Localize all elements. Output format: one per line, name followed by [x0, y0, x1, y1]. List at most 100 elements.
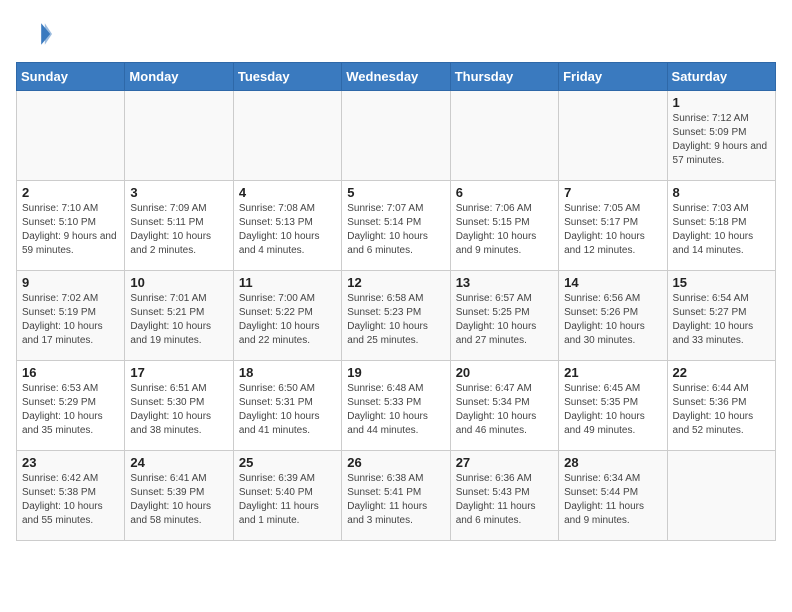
day-cell: 16 Sunrise: 6:53 AM Sunset: 5:29 PM Dayli…: [17, 361, 125, 451]
page-header: [16, 16, 776, 52]
day-number: 28: [564, 455, 661, 470]
day-number: 13: [456, 275, 553, 290]
day-info: Sunrise: 7:02 AM Sunset: 5:19 PM Dayligh…: [22, 292, 119, 348]
day-info: Sunrise: 7:03 AM Sunset: 5:18 PM Dayligh…: [673, 202, 770, 258]
week-row-5: 23 Sunrise: 6:42 AM Sunset: 5:38 PM Dayli…: [17, 451, 776, 541]
day-number: 11: [239, 275, 336, 290]
day-cell: 21 Sunrise: 6:45 AM Sunset: 5:35 PM Dayli…: [559, 361, 667, 451]
day-number: 23: [22, 455, 119, 470]
day-number: 6: [456, 185, 553, 200]
day-info: Sunrise: 7:08 AM Sunset: 5:13 PM Dayligh…: [239, 202, 336, 258]
day-cell: 4Sunrise: 7:08 AM Sunset: 5:13 PM Daylig…: [233, 181, 341, 271]
header-day-friday: Friday: [559, 63, 667, 91]
day-number: 9: [22, 275, 119, 290]
day-cell: 9 Sunrise: 7:02 AM Sunset: 5:19 PM Daylig…: [17, 271, 125, 361]
week-row-4: 16 Sunrise: 6:53 AM Sunset: 5:29 PM Dayli…: [17, 361, 776, 451]
day-cell: 28 Sunrise: 6:34 AM Sunset: 5:44 PM Dayli…: [559, 451, 667, 541]
day-number: 17: [130, 365, 227, 380]
day-number: 18: [239, 365, 336, 380]
header-day-saturday: Saturday: [667, 63, 775, 91]
day-cell: 18Sunrise: 6:50 AM Sunset: 5:31 PM Dayli…: [233, 361, 341, 451]
day-number: 25: [239, 455, 336, 470]
day-info: Sunrise: 6:45 AM Sunset: 5:35 PM Dayligh…: [564, 382, 661, 438]
day-info: Sunrise: 6:36 AM Sunset: 5:43 PM Dayligh…: [456, 472, 553, 528]
day-cell: 6 Sunrise: 7:06 AM Sunset: 5:15 PM Daylig…: [450, 181, 558, 271]
day-cell: [342, 91, 450, 181]
day-cell: [559, 91, 667, 181]
day-number: 8: [673, 185, 770, 200]
day-info: Sunrise: 6:42 AM Sunset: 5:38 PM Dayligh…: [22, 472, 119, 528]
day-number: 24: [130, 455, 227, 470]
logo: [16, 16, 56, 52]
day-number: 16: [22, 365, 119, 380]
logo-icon: [16, 16, 52, 52]
week-row-2: 2 Sunrise: 7:10 AM Sunset: 5:10 PM Daylig…: [17, 181, 776, 271]
day-info: Sunrise: 6:48 AM Sunset: 5:33 PM Dayligh…: [347, 382, 444, 438]
day-number: 14: [564, 275, 661, 290]
day-cell: 11 Sunrise: 7:00 AM Sunset: 5:22 PM Dayli…: [233, 271, 341, 361]
day-number: 26: [347, 455, 444, 470]
day-number: 27: [456, 455, 553, 470]
day-number: 12: [347, 275, 444, 290]
day-number: 20: [456, 365, 553, 380]
day-cell: 24 Sunrise: 6:41 AM Sunset: 5:39 PM Dayli…: [125, 451, 233, 541]
day-cell: [450, 91, 558, 181]
day-cell: 2 Sunrise: 7:10 AM Sunset: 5:10 PM Daylig…: [17, 181, 125, 271]
day-cell: 15 Sunrise: 6:54 AM Sunset: 5:27 PM Dayli…: [667, 271, 775, 361]
header-day-monday: Monday: [125, 63, 233, 91]
day-info: Sunrise: 7:00 AM Sunset: 5:22 PM Dayligh…: [239, 292, 336, 348]
day-number: 19: [347, 365, 444, 380]
day-number: 3: [130, 185, 227, 200]
header-day-tuesday: Tuesday: [233, 63, 341, 91]
day-cell: 20 Sunrise: 6:47 AM Sunset: 5:34 PM Dayli…: [450, 361, 558, 451]
day-number: 5: [347, 185, 444, 200]
day-cell: 10 Sunrise: 7:01 AM Sunset: 5:21 PM Dayli…: [125, 271, 233, 361]
day-cell: 13 Sunrise: 6:57 AM Sunset: 5:25 PM Dayli…: [450, 271, 558, 361]
day-cell: 12Sunrise: 6:58 AM Sunset: 5:23 PM Dayli…: [342, 271, 450, 361]
day-info: Sunrise: 7:06 AM Sunset: 5:15 PM Dayligh…: [456, 202, 553, 258]
week-row-3: 9 Sunrise: 7:02 AM Sunset: 5:19 PM Daylig…: [17, 271, 776, 361]
day-cell: 27 Sunrise: 6:36 AM Sunset: 5:43 PM Dayli…: [450, 451, 558, 541]
day-number: 7: [564, 185, 661, 200]
day-number: 2: [22, 185, 119, 200]
day-number: 21: [564, 365, 661, 380]
header-row: SundayMondayTuesdayWednesdayThursdayFrid…: [17, 63, 776, 91]
day-cell: 7 Sunrise: 7:05 AM Sunset: 5:17 PM Daylig…: [559, 181, 667, 271]
day-cell: [17, 91, 125, 181]
day-cell: [233, 91, 341, 181]
day-cell: 22 Sunrise: 6:44 AM Sunset: 5:36 PM Dayli…: [667, 361, 775, 451]
day-cell: [125, 91, 233, 181]
day-info: Sunrise: 6:57 AM Sunset: 5:25 PM Dayligh…: [456, 292, 553, 348]
header-day-thursday: Thursday: [450, 63, 558, 91]
day-cell: 25 Sunrise: 6:39 AM Sunset: 5:40 PM Dayli…: [233, 451, 341, 541]
day-info: Sunrise: 6:44 AM Sunset: 5:36 PM Dayligh…: [673, 382, 770, 438]
day-number: 22: [673, 365, 770, 380]
day-info: Sunrise: 6:53 AM Sunset: 5:29 PM Dayligh…: [22, 382, 119, 438]
day-info: Sunrise: 6:34 AM Sunset: 5:44 PM Dayligh…: [564, 472, 661, 528]
day-cell: 17Sunrise: 6:51 AM Sunset: 5:30 PM Dayli…: [125, 361, 233, 451]
day-info: Sunrise: 6:47 AM Sunset: 5:34 PM Dayligh…: [456, 382, 553, 438]
day-cell: 26 Sunrise: 6:38 AM Sunset: 5:41 PM Dayli…: [342, 451, 450, 541]
day-info: Sunrise: 7:05 AM Sunset: 5:17 PM Dayligh…: [564, 202, 661, 258]
day-info: Sunrise: 6:54 AM Sunset: 5:27 PM Dayligh…: [673, 292, 770, 348]
calendar-body: 1Sunrise: 7:12 AM Sunset: 5:09 PM Daylig…: [17, 91, 776, 541]
day-info: Sunrise: 6:39 AM Sunset: 5:40 PM Dayligh…: [239, 472, 336, 528]
day-info: Sunrise: 7:07 AM Sunset: 5:14 PM Dayligh…: [347, 202, 444, 258]
day-info: Sunrise: 6:56 AM Sunset: 5:26 PM Dayligh…: [564, 292, 661, 348]
calendar-table: SundayMondayTuesdayWednesdayThursdayFrid…: [16, 62, 776, 541]
calendar-header: SundayMondayTuesdayWednesdayThursdayFrid…: [17, 63, 776, 91]
day-number: 15: [673, 275, 770, 290]
day-cell: 14 Sunrise: 6:56 AM Sunset: 5:26 PM Dayli…: [559, 271, 667, 361]
day-info: Sunrise: 6:41 AM Sunset: 5:39 PM Dayligh…: [130, 472, 227, 528]
header-day-wednesday: Wednesday: [342, 63, 450, 91]
day-cell: 23 Sunrise: 6:42 AM Sunset: 5:38 PM Dayli…: [17, 451, 125, 541]
week-row-1: 1Sunrise: 7:12 AM Sunset: 5:09 PM Daylig…: [17, 91, 776, 181]
day-info: Sunrise: 7:10 AM Sunset: 5:10 PM Dayligh…: [22, 202, 119, 258]
day-cell: 19 Sunrise: 6:48 AM Sunset: 5:33 PM Dayli…: [342, 361, 450, 451]
day-number: 10: [130, 275, 227, 290]
day-info: Sunrise: 7:01 AM Sunset: 5:21 PM Dayligh…: [130, 292, 227, 348]
day-number: 1: [673, 95, 770, 110]
day-cell: [667, 451, 775, 541]
day-info: Sunrise: 6:38 AM Sunset: 5:41 PM Dayligh…: [347, 472, 444, 528]
day-cell: 1Sunrise: 7:12 AM Sunset: 5:09 PM Daylig…: [667, 91, 775, 181]
